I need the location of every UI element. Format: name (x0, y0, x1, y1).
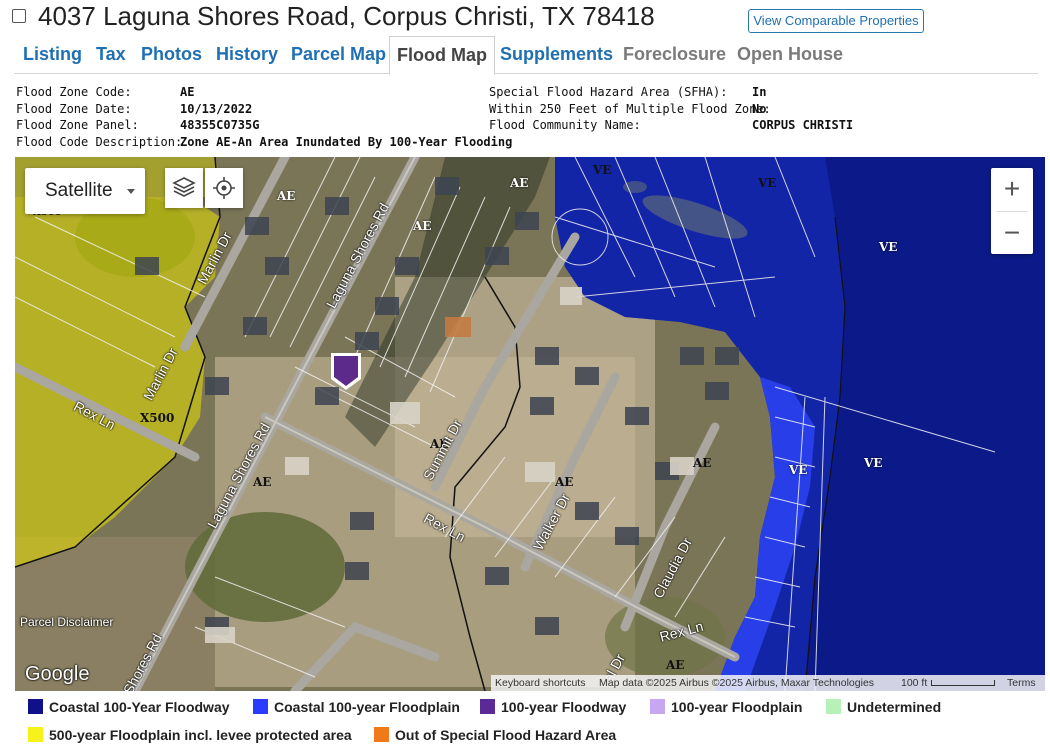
legend-item: 100-year Floodplain (650, 698, 802, 718)
flood-info-right: Special Flood Hazard Area (SFHA): In Wit… (489, 84, 1029, 134)
flood-zone-panel-label: Flood Zone Panel: (16, 118, 139, 133)
flood-zone-panel-value: 48355C0735G (180, 118, 260, 133)
layers-button[interactable] (165, 168, 203, 208)
locate-button[interactable] (205, 168, 243, 208)
multiple-zone-value: No (752, 101, 767, 116)
zoom-control: + − (991, 168, 1033, 254)
tab-flood-map[interactable]: Flood Map (389, 36, 495, 75)
locate-icon (213, 177, 235, 199)
legend-label: 100-year Floodplain (671, 699, 803, 715)
flood-code-description-label: Flood Code Description: (16, 134, 183, 149)
legend-swatch (650, 699, 665, 714)
map-type-dropdown[interactable]: Satellite (25, 168, 145, 214)
zone-label-ae: AE (555, 475, 574, 489)
zone-label-ae: AE (253, 475, 272, 489)
zoom-in-button[interactable]: + (991, 168, 1033, 210)
view-comparable-properties-button[interactable]: View Comparable Properties (748, 9, 924, 33)
zone-label-ve: VE (593, 163, 612, 177)
legend-swatch (253, 699, 268, 714)
tab-open-house: Open House (737, 44, 844, 64)
flood-zone-date-label: Flood Zone Date: (16, 101, 132, 116)
map-type-caret-icon (127, 189, 135, 194)
legend-label: Out of Special Flood Hazard Area (395, 727, 617, 743)
map-type-label: Satellite (45, 180, 113, 201)
map-data-attribution: Map data ©2025 Airbus ©2025 Airbus, Maxa… (599, 677, 875, 689)
flood-zone-code-row: Flood Zone Code: AE (16, 84, 486, 101)
tab-history[interactable]: History (216, 36, 278, 74)
legend-swatch (480, 699, 495, 714)
flood-zone-code-label: Flood Zone Code: (16, 85, 132, 99)
legend-label: Coastal 100-year Floodplain (274, 699, 460, 715)
legend-label: 100-year Floodway (501, 699, 627, 715)
legend-item: Coastal 100-year Floodplain (253, 698, 460, 718)
legend-item: 500-year Floodplain incl. levee protecte… (28, 726, 352, 746)
tab-photos[interactable]: Photos (141, 36, 202, 74)
sfha-value: In (752, 85, 767, 99)
tab-parcel-map[interactable]: Parcel Map (291, 36, 386, 74)
zone-label-ae: AE (510, 176, 529, 190)
multiple-zone-label: Within 250 Feet of Multiple Flood Zone: (489, 101, 771, 116)
legend-swatch (826, 699, 841, 714)
legend-item: Coastal 100-Year Floodway (28, 698, 230, 718)
legend-item: 100-year Floodway (480, 698, 626, 718)
multiple-zone-row: Within 250 Feet of Multiple Flood Zone: … (489, 101, 1029, 118)
zone-label-ve: VE (864, 456, 883, 470)
legend-item: Out of Special Flood Hazard Area (374, 726, 616, 746)
legend-swatch (28, 727, 43, 742)
page-header: 4037 Laguna Shores Road, Corpus Christi,… (0, 0, 1050, 36)
zone-label-ve: VE (879, 240, 898, 254)
community-name-label: Flood Community Name: (489, 118, 641, 133)
tab-bar: Listing Tax Photos History Parcel Map Fl… (14, 36, 1038, 75)
tab-listing[interactable]: Listing (23, 36, 82, 74)
zone-label-x500: X500 (140, 411, 175, 425)
legend-label: 500-year Floodplain incl. levee protecte… (49, 727, 352, 743)
scale-bar (931, 680, 995, 686)
legend-swatch (374, 727, 389, 742)
sfha-label: Special Flood Hazard Area (SFHA): (489, 85, 728, 99)
zone-label-ae: AE (666, 658, 685, 672)
community-name-value: CORPUS CHRISTI (752, 118, 854, 133)
flood-zone-panel-row: Flood Zone Panel: 48355C0735G (16, 117, 486, 134)
zone-label-ae: AE (413, 219, 432, 233)
layers-icon (172, 177, 196, 197)
zone-label-ve: VE (789, 463, 808, 477)
flood-code-description-row: Flood Code Description: Zone AE-An Area … (16, 134, 512, 151)
community-name-row: Flood Community Name: CORPUS CHRISTI (489, 117, 1029, 134)
zone-label-ve: VE (758, 176, 777, 190)
flood-map[interactable]: AE AE AE AE AE AE AE AE AE VE VE VE VE V… (15, 157, 1045, 691)
tab-foreclosure: Foreclosure (623, 44, 727, 64)
flood-zone-date-row: Flood Zone Date: 10/13/2022 (16, 101, 486, 118)
scale-label: 100 ft (901, 677, 928, 689)
terms-link[interactable]: Terms (1007, 675, 1036, 691)
flood-code-description-value: Zone AE-An Area Inundated By 100-Year Fl… (180, 134, 513, 149)
property-address-title: 4037 Laguna Shores Road, Corpus Christi,… (38, 1, 655, 31)
flood-info-left: Flood Zone Code: AE Flood Zone Date: 10/… (16, 84, 512, 151)
legend-label: Coastal 100-Year Floodway (49, 699, 230, 715)
tab-supplements[interactable]: Supplements (500, 36, 613, 74)
google-logo: Google (25, 663, 90, 685)
tab-tax[interactable]: Tax (96, 36, 126, 74)
parcel-disclaimer-link[interactable]: Parcel Disclaimer (20, 615, 113, 629)
keyboard-shortcuts-link[interactable]: Keyboard shortcuts (495, 675, 585, 691)
sfha-row: Special Flood Hazard Area (SFHA): In (489, 84, 1029, 101)
flood-zone-code-value: AE (180, 85, 195, 99)
select-checkbox[interactable] (12, 9, 26, 23)
zone-label-ae: AE (277, 189, 296, 203)
map-attribution-bar: Keyboard shortcuts Map data ©2025 Airbus… (491, 675, 1045, 691)
zoom-out-button[interactable]: − (991, 212, 1033, 254)
legend-label: Undetermined (847, 699, 942, 715)
flood-zone-date-value: 10/13/2022 (180, 101, 253, 116)
legend-swatch (28, 699, 43, 714)
flood-legend: Coastal 100-Year Floodway Coastal 100-ye… (28, 698, 1028, 746)
legend-item: Undetermined (826, 698, 941, 718)
zone-label-ae: AE (693, 456, 712, 470)
